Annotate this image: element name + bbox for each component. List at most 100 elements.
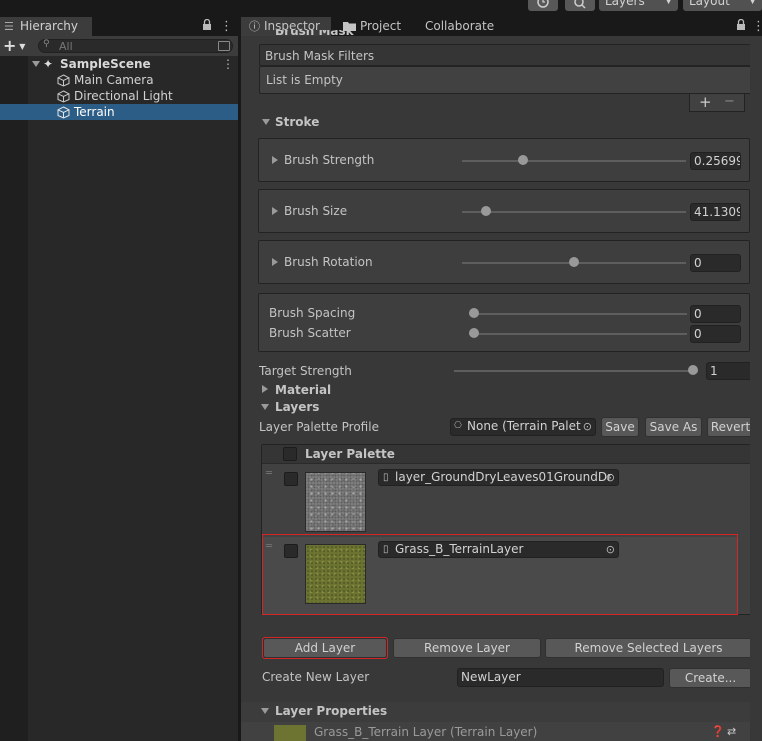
object-picker-icon[interactable]: ⊙ [606,470,615,485]
brush-rotation-label: Brush Rotation [284,255,373,269]
item-label: Directional Light [74,89,173,103]
brush-strength-box: Brush Strength 0.25699 [258,138,750,182]
hierarchy-panel [0,12,238,741]
add-layer-highlight [262,637,388,659]
brush-strength-field[interactable]: 0.25699 [690,152,741,170]
layers-foldout[interactable]: Layers [259,398,749,416]
more-options-icon[interactable]: ⋮ [220,17,233,36]
layers-dropdown[interactable]: Layers ▼ [599,0,678,11]
brush-mask-list: List is Empty [259,66,755,94]
more-options-icon[interactable]: ⋮ [752,17,762,36]
material-title: Material [275,383,332,397]
target-strength-label: Target Strength [259,364,352,378]
brush-mask-filters-header: Brush Mask Filters [259,44,755,66]
layer-palette-profile-label: Layer Palette Profile [259,420,379,434]
inspector-scrollbar[interactable] [750,36,762,741]
history-button[interactable] [528,0,558,11]
layer-properties-title: Layer Properties [275,704,388,718]
brush-scatter-field[interactable]: 0 [690,325,741,343]
remove-filter-button[interactable]: − [724,94,735,109]
brush-spacing-field[interactable]: 0 [690,305,741,323]
foldout-arrow-icon[interactable] [272,156,278,164]
search-icon: ⚲ [43,39,50,49]
add-filter-button[interactable]: + [699,93,712,111]
layer-palette-item[interactable]: ═ ▯ layer_GroundDryLeaves01GroundDr ⊙ [262,465,751,535]
brush-rotation-slider-knob[interactable] [569,257,579,267]
foldout-arrow-icon[interactable] [272,258,278,266]
item-label: Main Camera [74,73,154,87]
search-button[interactable] [565,0,595,11]
brush-size-slider-knob[interactable] [481,206,492,216]
brush-spacing-label: Brush Spacing [269,306,356,320]
brush-rotation-field[interactable]: 0 [690,254,741,272]
layer-select-checkbox[interactable] [284,472,298,486]
hierarchy-item-terrain[interactable]: Terrain [0,104,238,120]
brush-size-field[interactable]: 41.1309 [690,203,741,221]
stroke-foldout[interactable]: Stroke [259,112,749,132]
lock-icon[interactable] [202,19,212,31]
selected-layer-highlight [262,534,738,615]
hierarchy-item-directional-light[interactable]: Directional Light [0,88,238,104]
target-strength-field[interactable]: 1 [706,362,756,380]
tab-hierarchy[interactable]: ☰ Hierarchy [0,17,92,36]
create-layer-button[interactable]: Create... [669,668,752,688]
scene-name: SampleScene [60,57,151,71]
brush-strength-label: Brush Strength [284,153,375,167]
remove-selected-layers-button[interactable]: Remove Selected Layers [545,638,752,658]
hierarchy-search-input[interactable]: ⚲ All [38,39,233,53]
brush-mask-filters-label: Brush Mask Filters [265,49,375,63]
object-picker-icon[interactable]: ⊙ [583,419,592,434]
foldout-arrow-icon[interactable] [272,207,278,215]
select-all-checkbox[interactable] [283,447,297,461]
help-icon[interactable]: ❓ [711,725,725,739]
chevron-down-icon: ▼ [749,0,756,6]
create-button[interactable]: + ▼ [3,37,25,55]
layer-palette-title: Layer Palette [305,447,395,461]
brush-spacing-slider-track[interactable] [469,313,687,315]
search-icon [574,0,586,9]
gameobject-cube-icon [57,106,70,119]
brush-rotation-box: Brush Rotation 0 [258,240,750,284]
layer-palette-profile-field[interactable]: ⎔ None (Terrain Palet ⊙ [450,418,596,436]
list-footer: + − [689,93,745,112]
layout-dropdown[interactable]: Layout ▼ [683,0,762,11]
terrain-layer-name: layer_GroundDryLeaves01GroundDr [395,470,613,484]
terrain-layer-asset-label: Grass_B_Terrain Layer (Terrain Layer) [314,725,538,739]
stroke-title: Stroke [275,115,320,129]
hierarchy-tab-label: Hierarchy [20,19,79,33]
scene-row[interactable]: ✦ SampleScene ⋮ [0,56,238,72]
tab-collaborate[interactable]: Collaborate [425,17,494,36]
target-strength-slider-knob[interactable] [688,365,698,375]
drag-handle-icon[interactable]: ═ [266,468,272,479]
target-strength-slider-track[interactable] [454,370,698,372]
foldout-arrow-icon [262,385,268,393]
remove-layer-button[interactable]: Remove Layer [393,638,541,658]
brush-spacing-slider-knob[interactable] [469,308,479,318]
brush-strength-slider-track[interactable] [462,160,686,162]
brush-scatter-slider-knob[interactable] [469,328,479,338]
hierarchy-item-main-camera[interactable]: Main Camera [0,72,238,88]
brush-mask-header[interactable]: Brush Mask [275,30,354,38]
presets-icon[interactable]: ⇄ [727,725,736,739]
save-as-button[interactable]: Save As [645,417,702,437]
search-options-icon[interactable] [218,41,230,51]
scene-menu-icon[interactable]: ⋮ [222,56,234,72]
revert-button[interactable]: Revert [707,417,754,437]
item-label: Terrain [74,105,115,119]
material-foldout[interactable]: Material [259,381,749,399]
lock-icon[interactable] [736,19,746,31]
brush-scatter-slider-track[interactable] [469,333,687,335]
expand-icon[interactable] [32,61,40,67]
tab-project[interactable]: Project [360,17,401,36]
brush-size-box: Brush Size 41.1309 [258,189,750,233]
brush-size-slider-track[interactable] [462,211,686,213]
brush-spacing-scatter-box: Brush Spacing 0 Brush Scatter 0 [258,293,750,352]
list-empty-text: List is Empty [266,73,343,87]
save-button[interactable]: Save [601,417,639,437]
chevron-down-icon: ▼ [665,0,672,6]
layer-properties-foldout[interactable]: Layer Properties [259,703,749,721]
info-icon: ⓘ [249,20,260,33]
new-layer-name-input[interactable]: NewLayer [457,668,664,687]
brush-strength-slider-knob[interactable] [517,155,528,165]
terrain-layer-field[interactable]: ▯ layer_GroundDryLeaves01GroundDr ⊙ [378,469,619,486]
